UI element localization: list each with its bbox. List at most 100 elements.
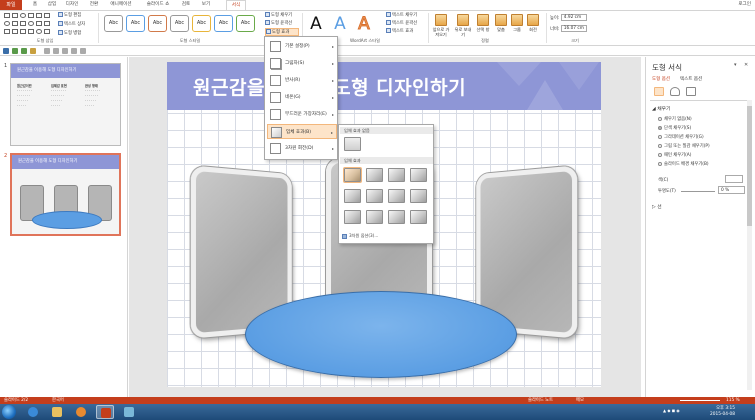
shape-style-3[interactable]: Abc [148, 15, 167, 32]
bevel-option-3[interactable] [388, 168, 405, 182]
blue-oval[interactable] [245, 291, 517, 378]
size-properties-icon[interactable] [686, 87, 696, 96]
taskbar-clock[interactable]: 오후 3:15 2015-04-08 [710, 406, 735, 418]
undo-icon[interactable] [12, 48, 18, 54]
bevel-option-11[interactable] [388, 210, 405, 224]
wordart-orange[interactable]: A [354, 14, 374, 35]
shape-style-5[interactable]: Abc [192, 15, 211, 32]
text-effects-button[interactable]: 텍스트 효과 [386, 28, 413, 36]
selection-pane-button[interactable]: 선택 창 [473, 14, 493, 32]
text-fill-button[interactable]: 텍스트 채우기 [386, 12, 417, 20]
tab-transitions[interactable]: 전환 [86, 0, 102, 10]
send-backward-button[interactable]: 뒤로 보내기 [453, 14, 473, 37]
shape-style-7[interactable]: Abc [236, 15, 255, 32]
effects-glow-item[interactable]: 네온(G) ▸ [267, 90, 337, 105]
bevel-option-9[interactable] [344, 210, 361, 224]
text-outline-button[interactable]: 텍스트 윤곽선 [386, 20, 417, 28]
pane-scrollbar[interactable] [747, 100, 752, 390]
fill-none-radio[interactable]: 채우기 없음(N) [658, 116, 692, 122]
zoom-level[interactable]: 115 % [726, 397, 740, 404]
tab-slideshow[interactable]: 슬라이드 쇼 [142, 0, 174, 10]
shape-fill-button[interactable]: 도형 채우기 [265, 12, 292, 20]
qat-tool-icon-1[interactable] [44, 48, 50, 54]
taskbar-app-ie[interactable] [24, 405, 42, 419]
tab-animations[interactable]: 애니메이션 [106, 0, 136, 10]
fill-section-header[interactable]: ◢ 채우기 [652, 105, 670, 112]
shapes-gallery[interactable] [4, 13, 56, 39]
transparency-slider[interactable] [681, 191, 715, 192]
shape-style-6[interactable]: Abc [214, 15, 233, 32]
notes-button[interactable]: 슬라이드 노트 [528, 397, 553, 404]
edit-shape-button[interactable]: 도형 편집 [58, 12, 81, 20]
system-tray[interactable]: ▲ ◆ ◼ ◉ [663, 408, 703, 416]
fill-line-icon[interactable] [654, 87, 664, 96]
redo-icon[interactable] [21, 48, 27, 54]
bevel-option-12[interactable] [410, 210, 427, 224]
effects-3d-rotation-item[interactable]: 3차원 회전(D) ▸ [267, 141, 337, 156]
merge-shapes-button[interactable]: 도형 병합 [58, 30, 81, 38]
tab-format[interactable]: 서식 [226, 0, 246, 10]
qat-tool-icon-4[interactable] [71, 48, 77, 54]
bevel-option-6[interactable] [366, 189, 383, 203]
save-icon[interactable] [3, 48, 9, 54]
height-input[interactable]: 4.92 cm [560, 14, 587, 21]
qat-tool-icon-3[interactable] [62, 48, 68, 54]
shape-effects-button[interactable]: 도형 효과 [265, 28, 299, 36]
slide-thumbnail-1[interactable]: 원근감을 이용해 도형 디자인하기 원근감이란 · · · · · · · · · … [10, 63, 121, 146]
rotate-button[interactable]: 회전 [523, 14, 543, 32]
effects-bevel-item[interactable]: 입체 효과(B) ▸ [267, 124, 337, 139]
slide-thumbnail-2[interactable]: 원근감을 이용해 도형 디자인하기 [10, 153, 121, 236]
slideshow-start-icon[interactable] [30, 48, 36, 54]
qat-tool-icon-5[interactable] [80, 48, 86, 54]
taskbar-app-paint[interactable] [120, 405, 138, 419]
bevel-option-7[interactable] [388, 189, 405, 203]
wordart-blue[interactable]: A [330, 14, 350, 34]
bevel-option-10[interactable] [366, 210, 383, 224]
bevel-option-1[interactable] [343, 167, 362, 183]
comments-button[interactable]: 메모 [576, 397, 584, 404]
chevron-down-icon[interactable]: ▾ [734, 62, 737, 68]
wordart-black[interactable]: A [306, 14, 326, 34]
taskbar-app-powerpoint[interactable] [96, 405, 114, 419]
fill-pattern-radio[interactable]: 패턴 채우기(A) [658, 152, 691, 158]
shape-style-1[interactable]: Abc [104, 15, 123, 32]
effects-preset-item[interactable]: 기본 설정(P) ▸ [267, 39, 337, 54]
text-box-button[interactable]: 텍스트 상자 [58, 21, 85, 29]
tab-home[interactable]: 홈 [28, 0, 42, 10]
effects-reflection-item[interactable]: 반사(R) ▸ [267, 73, 337, 88]
effects-soft-edges-item[interactable]: 부드러운 가장자리(E) ▸ [267, 107, 337, 122]
bevel-option-5[interactable] [344, 189, 361, 203]
fill-gradient-radio[interactable]: 그라데이션 채우기(G) [658, 134, 704, 140]
line-section-header[interactable]: ▷ 선 [652, 203, 662, 210]
tab-text-options[interactable]: 텍스트 옵션 [680, 76, 702, 82]
taskbar-app-explorer[interactable] [48, 405, 66, 419]
start-button[interactable] [2, 405, 16, 419]
bevel-none[interactable] [344, 137, 361, 151]
close-icon[interactable]: ✕ [744, 62, 748, 68]
bevel-option-4[interactable] [410, 168, 427, 182]
width-input[interactable]: 16.07 cm [560, 25, 587, 32]
effects-shadow-item[interactable]: 그림자(S) ▸ [267, 56, 337, 71]
taskbar-app-media[interactable] [72, 405, 90, 419]
bevel-option-8[interactable] [410, 189, 427, 203]
fill-background-radio[interactable]: 슬라이드 배경 채우기(B) [658, 161, 709, 167]
bring-forward-button[interactable]: 앞으로 가져오기 [431, 14, 451, 37]
tab-view[interactable]: 보기 [198, 0, 214, 10]
bevel-option-2[interactable] [366, 168, 383, 182]
zoom-slider[interactable] [680, 400, 720, 401]
shape-style-4[interactable]: Abc [170, 15, 189, 32]
signin-link[interactable]: 로그인 [738, 0, 751, 10]
language-indicator[interactable]: 한국어 [52, 397, 64, 404]
tab-design[interactable]: 디자인 [62, 0, 82, 10]
fill-solid-radio[interactable]: 단색 채우기(S) [658, 125, 691, 131]
file-tab[interactable]: 파일 [0, 0, 22, 10]
fill-picture-radio[interactable]: 그림 또는 질감 채우기(P) [658, 143, 710, 149]
tab-insert[interactable]: 삽입 [44, 0, 60, 10]
color-picker-button[interactable] [725, 175, 743, 183]
tab-shape-options[interactable]: 도형 옵션 [652, 76, 670, 82]
shape-outline-button[interactable]: 도형 윤곽선 [265, 20, 292, 28]
shape-style-2[interactable]: Abc [126, 15, 145, 32]
tab-review[interactable]: 검토 [178, 0, 194, 10]
transparency-input[interactable]: 0 % [718, 186, 745, 194]
effects-pentagon-icon[interactable] [670, 87, 680, 96]
